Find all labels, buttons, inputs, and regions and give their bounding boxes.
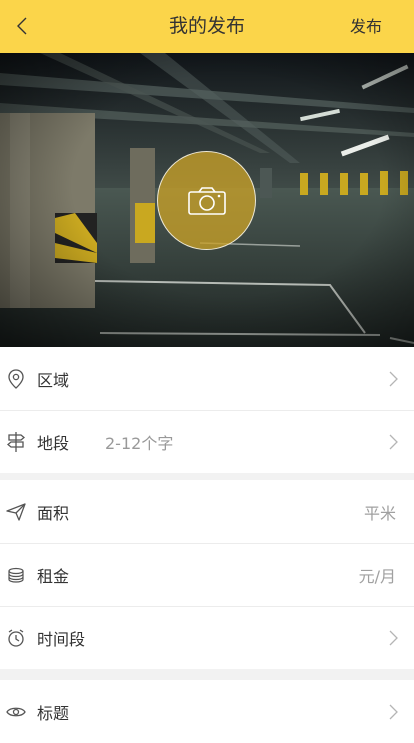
title-label: 标题 <box>37 703 70 723</box>
chevron-right-icon <box>389 630 399 646</box>
form-group-title: 标题 <box>0 680 414 743</box>
upload-photo-button[interactable] <box>157 151 256 250</box>
time-period-label: 时间段 <box>37 629 86 649</box>
signpost-icon <box>6 431 26 452</box>
area-label: 面积 <box>37 503 70 523</box>
section-value: 2-12个字 <box>105 433 174 453</box>
top-bar: 我的发布 发布 <box>0 0 414 53</box>
rent-row[interactable]: 租金 元/月 <box>0 543 414 606</box>
area-row[interactable]: 面积 平米 <box>0 480 414 543</box>
chevron-right-icon <box>389 434 399 450</box>
rent-unit: 元/月 <box>358 566 396 586</box>
rent-label: 租金 <box>37 566 70 586</box>
chevron-right-icon <box>389 704 399 720</box>
time-period-row[interactable]: 时间段 <box>0 606 414 669</box>
coins-icon <box>6 565 26 585</box>
title-row[interactable]: 标题 <box>0 680 414 743</box>
eye-icon <box>6 702 26 722</box>
publish-button[interactable]: 发布 <box>350 0 382 53</box>
region-row[interactable]: 区域 <box>0 347 414 410</box>
chevron-right-icon <box>389 371 399 387</box>
section-row[interactable]: 地段 2-12个字 <box>0 410 414 473</box>
location-pin-icon <box>6 368 26 389</box>
form-group-details: 面积 平米 租金 元/月 时间段 <box>0 480 414 669</box>
area-unit: 平米 <box>363 503 396 523</box>
camera-icon <box>187 186 226 215</box>
cover-photo[interactable] <box>0 53 414 347</box>
section-label: 地段 <box>37 433 70 453</box>
paper-plane-icon <box>6 502 26 522</box>
alarm-clock-icon <box>6 628 26 648</box>
form-group-location: 区域 地段 2-12个字 <box>0 347 414 473</box>
region-label: 区域 <box>37 370 70 390</box>
